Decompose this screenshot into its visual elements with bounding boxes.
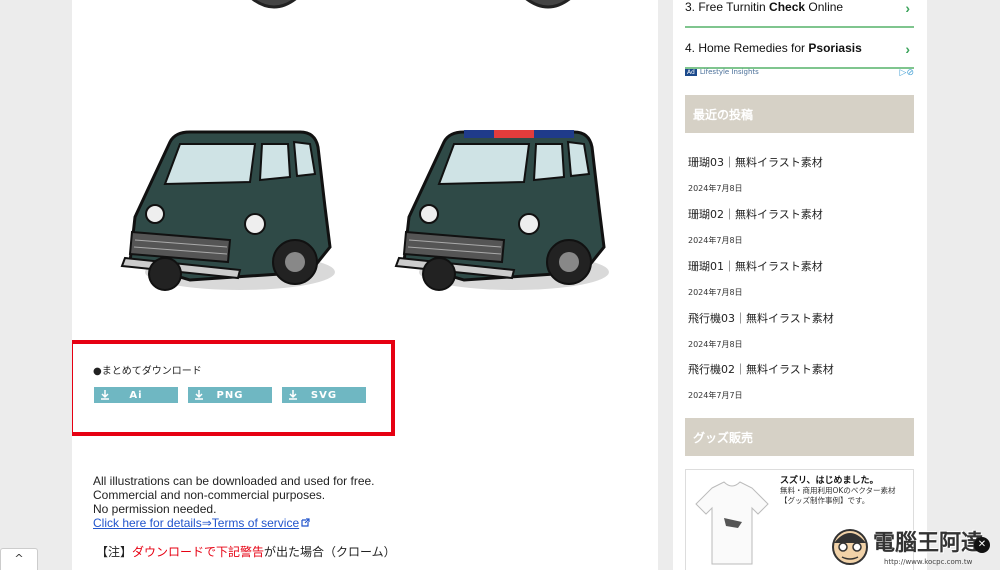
car-illustration-cropped bbox=[251, 0, 297, 9]
ad-item-4-bold: Psoriasis bbox=[808, 41, 862, 55]
bulk-download-highlight: ●まとめてダウンロード Ai PNG SVG bbox=[72, 340, 395, 436]
recent-post-link[interactable]: 飛行機02｜無料イラスト素材 bbox=[688, 361, 834, 377]
ad-divider bbox=[685, 26, 914, 28]
chevron-right-icon: › bbox=[905, 0, 910, 16]
download-warning-note: 【注】ダウンロードで下記警告が出た場合（クローム） bbox=[96, 543, 396, 560]
license-line-permission: No permission needed. bbox=[93, 502, 217, 516]
recent-post-date: 2024年7月8日 bbox=[688, 288, 743, 297]
ad-item-3-num: 3. Free Turnitin bbox=[685, 0, 770, 14]
download-icon bbox=[101, 390, 109, 400]
recent-post-link[interactable]: 飛行機03｜無料イラスト素材 bbox=[688, 310, 834, 326]
license-info: All illustrations can be downloaded and … bbox=[93, 474, 375, 530]
mini-cooper-union-jack-illustration bbox=[394, 130, 609, 291]
recent-post-link[interactable]: 珊瑚01｜無料イラスト素材 bbox=[688, 258, 823, 274]
ad-choices-icon[interactable]: ▷⊘ bbox=[900, 68, 914, 78]
recent-posts-heading: 最近の投稿 bbox=[685, 95, 914, 133]
goods-description: 無料・商用利用OKのベクター素材【グッズ制作事例】です。 bbox=[780, 486, 896, 505]
car-illustration-cropped bbox=[525, 0, 571, 9]
goods-heading: グッズ販売 bbox=[685, 418, 914, 456]
collapse-toggle-button[interactable]: ^ bbox=[0, 548, 38, 570]
download-ai-button[interactable]: Ai bbox=[94, 387, 178, 403]
chevron-right-icon: › bbox=[905, 41, 910, 57]
bulk-download-title: ●まとめてダウンロード bbox=[93, 366, 202, 377]
watermark-text: 電腦王阿達 bbox=[873, 531, 984, 556]
main-content: ●まとめてダウンロード Ai PNG SVG All illustrations… bbox=[72, 0, 658, 570]
license-line-free: All illustrations can be downloaded and … bbox=[93, 474, 375, 488]
terms-of-service-link[interactable]: Click here for details⇒Terms of service bbox=[93, 516, 299, 530]
mini-cooper-illustration bbox=[120, 130, 335, 291]
note-suffix: が出た場合（クローム） bbox=[264, 545, 396, 559]
ad-item-4-num: 4. Home Remedies for bbox=[685, 41, 809, 55]
download-svg-button[interactable]: SVG bbox=[282, 387, 366, 403]
ad-item-3-rest: Online bbox=[805, 0, 844, 14]
sidebar: 3. Free Turnitin Check Online › 4. Home … bbox=[673, 0, 927, 570]
ad-item-4[interactable]: 4. Home Remedies for Psoriasis › bbox=[685, 41, 914, 57]
ad-item-3[interactable]: 3. Free Turnitin Check Online › bbox=[685, 0, 914, 16]
download-icon bbox=[289, 390, 297, 400]
ad-source[interactable]: Lifestyle Insights bbox=[700, 68, 759, 76]
recent-post-date: 2024年7月7日 bbox=[688, 391, 743, 400]
mascot-logo-icon bbox=[832, 529, 868, 565]
ad-badge: Ad bbox=[685, 69, 697, 76]
note-warning-link-text[interactable]: ダウンロードで下記警告 bbox=[132, 545, 264, 559]
recent-post-date: 2024年7月8日 bbox=[688, 184, 743, 193]
download-icon bbox=[195, 390, 203, 400]
tshirt-image bbox=[695, 481, 769, 565]
external-link-icon bbox=[301, 518, 310, 527]
ad-item-3-bold: Check bbox=[769, 0, 806, 14]
ad-footer: Ad Lifestyle Insights ▷⊘ bbox=[685, 68, 914, 78]
recent-post-link[interactable]: 珊瑚03｜無料イラスト素材 bbox=[688, 154, 823, 170]
download-png-button[interactable]: PNG bbox=[188, 387, 272, 403]
recent-post-date: 2024年7月8日 bbox=[688, 236, 743, 245]
license-line-commercial: Commercial and non-commercial purposes. bbox=[93, 488, 326, 502]
watermark: 電腦王阿達 http://www.kocpc.com.tw ✕ bbox=[826, 519, 1000, 570]
goods-title: スズリ、はじめました。 bbox=[780, 476, 879, 486]
close-icon[interactable]: ✕ bbox=[974, 537, 990, 553]
watermark-url: http://www.kocpc.com.tw bbox=[884, 558, 973, 566]
recent-post-date: 2024年7月8日 bbox=[688, 340, 743, 349]
note-prefix: 【注】 bbox=[96, 545, 133, 559]
recent-post-link[interactable]: 珊瑚02｜無料イラスト素材 bbox=[688, 206, 823, 222]
